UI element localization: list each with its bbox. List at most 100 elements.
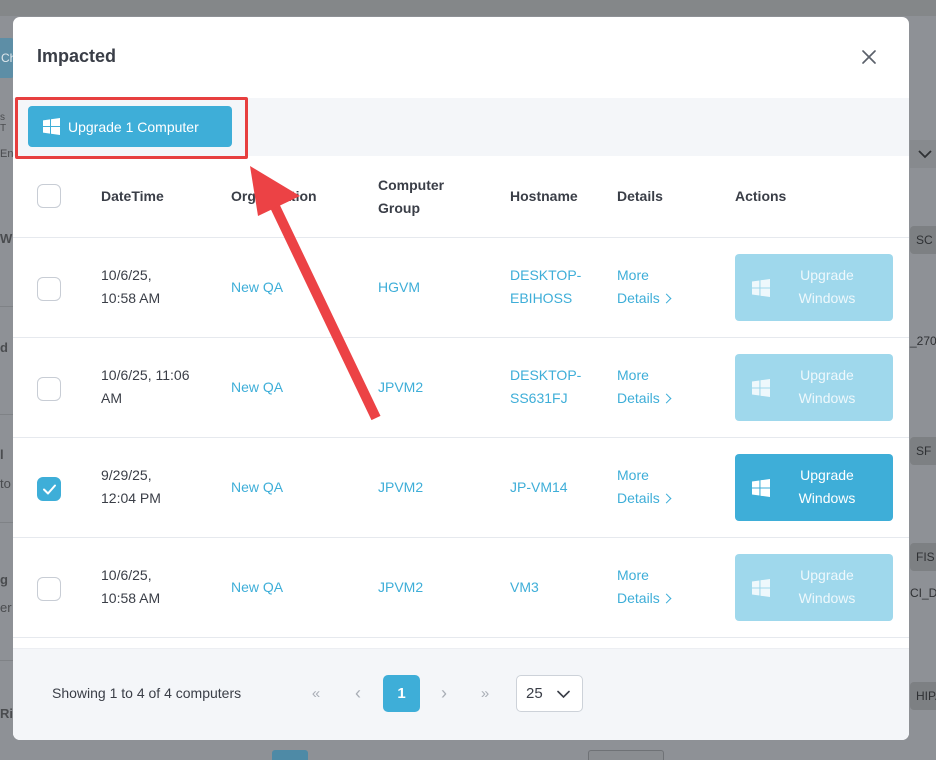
row-group-link[interactable]: JPVM2	[378, 376, 423, 399]
row-checkbox[interactable]	[37, 477, 61, 501]
more-details-line1: More	[617, 367, 649, 383]
windows-icon	[752, 379, 770, 397]
upgrade-windows-label: Upgrade Windows	[798, 567, 856, 606]
page-1-button[interactable]: 1	[383, 675, 420, 712]
row-hostname-link[interactable]: JP-VM14	[510, 476, 568, 499]
chevron-right-icon	[661, 593, 672, 604]
last-page-button[interactable]: »	[475, 675, 495, 712]
table-divider	[13, 237, 909, 238]
background-text: er	[0, 600, 12, 615]
next-page-button[interactable]: ›	[435, 675, 453, 712]
row-datetime-line1: 10/6/25,	[101, 567, 152, 583]
column-header-organization[interactable]: Organization	[231, 185, 317, 208]
more-details-link[interactable]: More Details	[617, 364, 672, 410]
chevron-down-icon	[557, 690, 570, 699]
more-details-link[interactable]: More Details	[617, 564, 672, 610]
row-group-link[interactable]: JPVM2	[378, 576, 423, 599]
row-hostname-line1: VM3	[510, 579, 539, 595]
background-text: d	[0, 340, 8, 355]
background-text: CI_D	[910, 586, 936, 600]
background-button: Ch	[0, 38, 14, 78]
more-details-link[interactable]: More Details	[617, 464, 672, 510]
background-text: to	[0, 476, 11, 491]
more-details-line2: Details	[617, 590, 660, 606]
background-text: s T	[0, 112, 7, 134]
row-datetime-line2: AM	[101, 390, 122, 406]
windows-icon	[752, 479, 770, 497]
close-button[interactable]	[856, 44, 882, 70]
background-text: g	[0, 572, 8, 587]
row-organization-link[interactable]: New QA	[231, 476, 283, 499]
row-datetime: 9/29/25, 12:04 PM	[101, 464, 161, 510]
background-tag: HIPA	[910, 682, 936, 710]
background-text: W	[0, 231, 13, 246]
row-hostname-link[interactable]: DESKTOP- SS631FJ	[510, 364, 581, 410]
close-icon	[862, 50, 876, 64]
row-group-link[interactable]: HGVM	[378, 276, 420, 299]
first-page-button[interactable]: «	[306, 675, 326, 712]
upgrade-windows-button[interactable]: Upgrade Windows	[735, 454, 893, 521]
row-datetime-line2: 10:58 AM	[101, 290, 161, 306]
row-hostname-line1: DESKTOP-	[510, 367, 582, 383]
column-header-hostname[interactable]: Hostname	[510, 185, 578, 208]
upgrade-windows-button[interactable]: Upgrade Windows	[735, 554, 893, 621]
background-divider	[0, 660, 14, 661]
background-text: En	[0, 148, 13, 160]
row-organization-link[interactable]: New QA	[231, 576, 283, 599]
more-details-link[interactable]: More Details	[617, 264, 672, 310]
column-header-computer-group[interactable]: Computer Group	[378, 174, 444, 220]
background-divider	[0, 522, 14, 523]
row-hostname-link[interactable]: VM3	[510, 576, 539, 599]
row-datetime-line1: 10/6/25,	[101, 267, 152, 283]
more-details-line2: Details	[617, 490, 660, 506]
more-details-line2: Details	[617, 390, 660, 406]
background-chevron-down-icon	[910, 140, 936, 168]
upgrade-windows-label: Upgrade Windows	[798, 467, 856, 506]
table-divider	[13, 537, 909, 538]
background-topbar	[0, 0, 936, 16]
check-icon	[42, 484, 56, 494]
upgrade-windows-button[interactable]: Upgrade Windows	[735, 254, 893, 321]
previous-page-button[interactable]: ‹	[349, 675, 367, 712]
row-organization-link[interactable]: New QA	[231, 376, 283, 399]
upgrade-windows-button[interactable]: Upgrade Windows	[735, 354, 893, 421]
table-divider	[13, 337, 909, 338]
modal-title: Impacted	[37, 46, 117, 66]
pagination-summary: Showing 1 to 4 of 4 computers	[52, 685, 242, 701]
row-hostname-line1: DESKTOP-	[510, 267, 582, 283]
background-tag: SF	[910, 437, 936, 465]
more-details-line1: More	[617, 467, 649, 483]
row-hostname-link[interactable]: DESKTOP- EBIHOSS	[510, 264, 581, 310]
column-header-details: Details	[617, 188, 663, 204]
upgrade-windows-label: Upgrade Windows	[798, 267, 856, 306]
row-organization-link[interactable]: New QA	[231, 276, 283, 299]
column-header-datetime[interactable]: DateTime	[101, 185, 164, 208]
row-checkbox[interactable]	[37, 277, 61, 301]
background-divider	[0, 414, 14, 415]
background-select	[588, 750, 664, 760]
row-hostname-line2: SS631FJ	[510, 390, 568, 406]
row-checkbox[interactable]	[37, 577, 61, 601]
more-details-line1: More	[617, 267, 649, 283]
background-divider	[0, 306, 14, 307]
page-size-select[interactable]: 25	[516, 675, 583, 712]
select-all-checkbox[interactable]	[37, 184, 61, 208]
row-hostname-line2: EBIHOSS	[510, 290, 573, 306]
row-checkbox[interactable]	[37, 377, 61, 401]
row-datetime-line2: 12:04 PM	[101, 490, 161, 506]
chevron-right-icon	[661, 493, 672, 504]
chevron-right-icon	[661, 393, 672, 404]
background-tag: FIS	[910, 543, 936, 571]
background-tag: SC	[910, 226, 936, 254]
row-group-link[interactable]: JPVM2	[378, 476, 423, 499]
upgrade-selected-computers-button[interactable]: Upgrade 1 Computer	[28, 106, 232, 147]
more-details-line1: More	[617, 567, 649, 583]
windows-icon	[752, 579, 770, 597]
windows-icon	[43, 118, 60, 135]
row-hostname-line1: JP-VM14	[510, 479, 568, 495]
row-datetime-line2: 10:58 AM	[101, 590, 161, 606]
page-size-value: 25	[526, 685, 543, 702]
table-divider	[13, 637, 909, 638]
background-text: Ri	[0, 706, 13, 721]
impacted-modal: Impacted Upgrade 1 Computer DateTime Org…	[13, 17, 909, 740]
